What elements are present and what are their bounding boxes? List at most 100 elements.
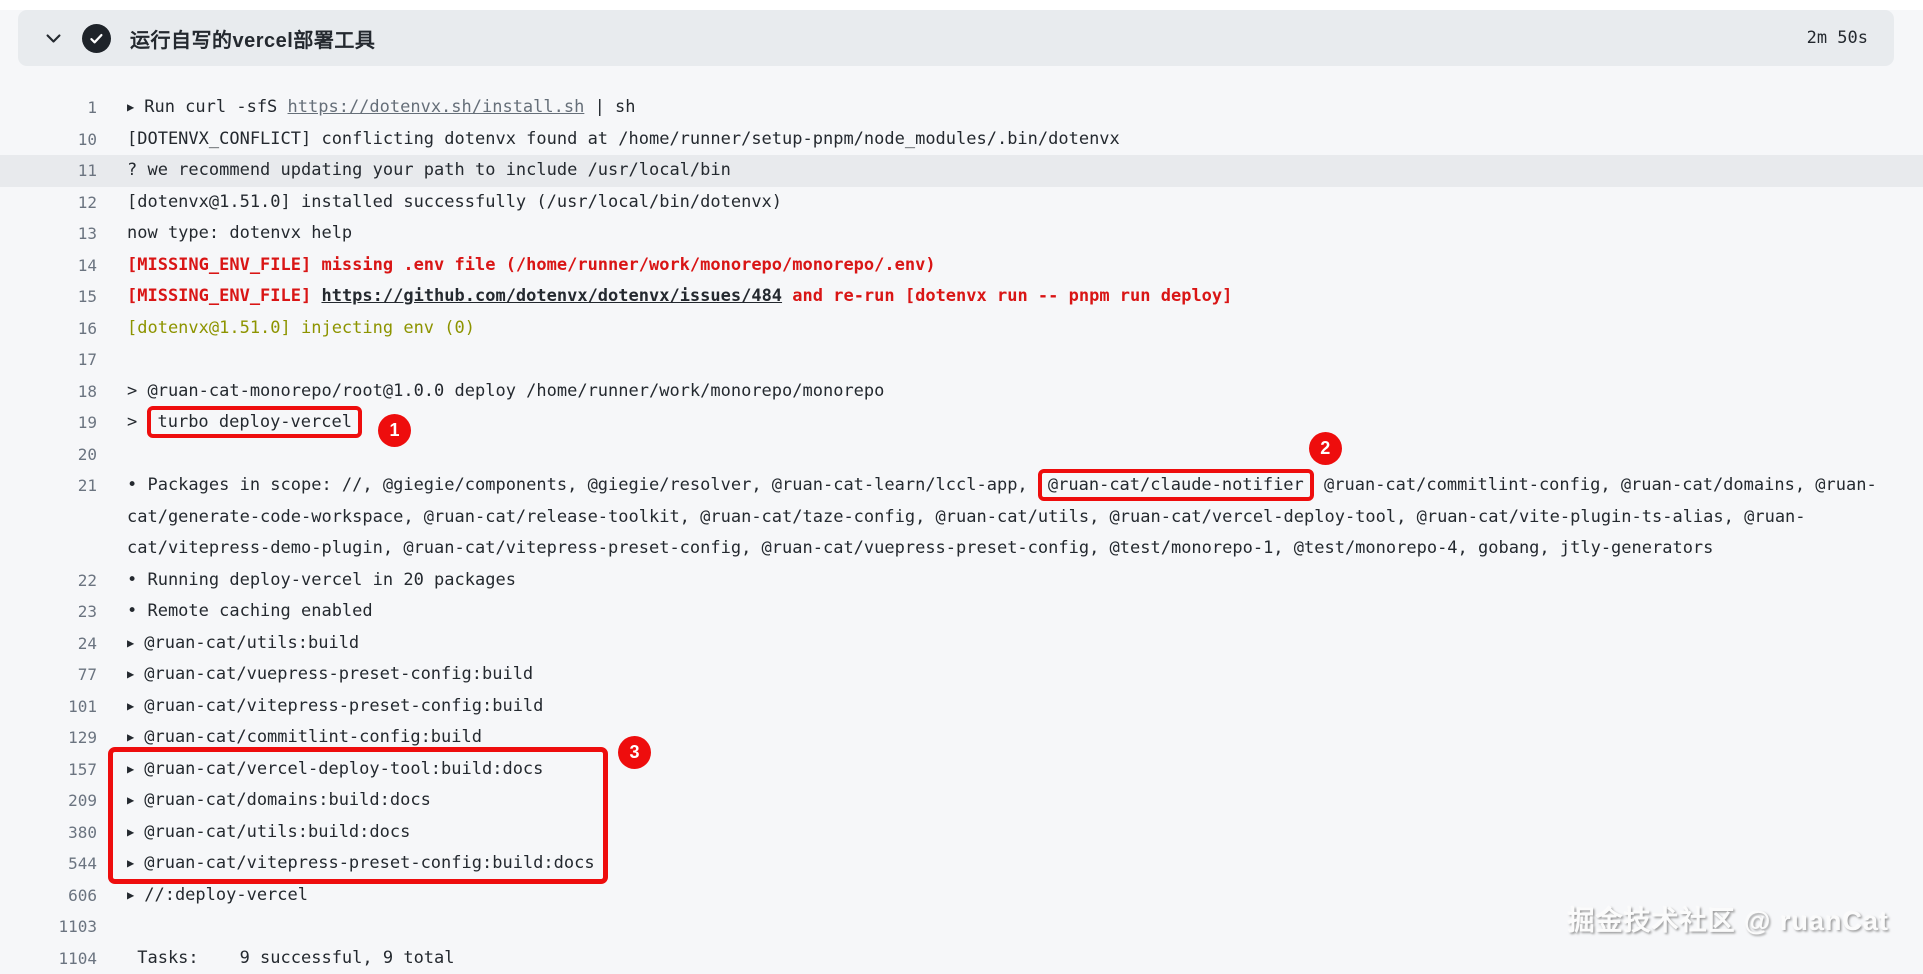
log-line: ▶ @ruan-cat/vercel-deploy-tool:build:docs <box>127 754 543 787</box>
line-number[interactable]: 10 <box>0 124 97 156</box>
line-number[interactable]: 101 <box>0 691 97 723</box>
log-text: cat/generate-code-workspace, @ruan-cat/r… <box>127 507 1806 527</box>
log-row: 19> turbo deploy-vercel1 <box>0 407 1923 439</box>
log-text: • Packages in scope: //, @giegie/compone… <box>127 475 1038 495</box>
line-number[interactable]: 12 <box>0 187 97 219</box>
log-text: [MISSING_ENV_FILE] missing .env file (/h… <box>127 255 936 275</box>
log-row: 16 [dotenvx@1.51.0] injecting env (0) <box>0 313 1923 345</box>
line-number[interactable]: 1104 <box>0 943 97 974</box>
log-text: [MISSING_ENV_FILE] <box>127 286 321 306</box>
chevron-down-icon[interactable] <box>44 29 63 48</box>
line-number[interactable]: 17 <box>0 344 97 376</box>
step-header[interactable]: 运行自写的vercel部署工具 2m 50s <box>18 10 1894 66</box>
log-line: ▶ //:deploy-vercel <box>127 880 308 913</box>
line-number[interactable]: 13 <box>0 218 97 250</box>
log-text: Tasks: 9 successful, 9 total <box>127 948 455 968</box>
log-line: now type: dotenvx help <box>127 218 352 250</box>
log-row: 1 ▶Run curl -sfS https://dotenvx.sh/insta… <box>0 92 1923 124</box>
log-line: ▶@ruan-cat/vuepress-preset-config:build <box>127 659 533 692</box>
line-number[interactable]: 20 <box>0 439 97 471</box>
annotation-box-1: turbo deploy-vercel <box>147 406 361 438</box>
step-title: 运行自写的vercel部署工具 <box>130 24 375 53</box>
log-line: ▶ @ruan-cat/domains:build:docs <box>127 785 431 818</box>
log-text: @ruan-cat/utils:build:docs <box>144 822 410 842</box>
line-number[interactable]: 16 <box>0 313 97 345</box>
log-row: 13 now type: dotenvx help <box>0 218 1923 250</box>
log-line: ▶ @ruan-cat/vitepress-preset-config:build <box>127 691 543 724</box>
log-link[interactable]: https://dotenvx.sh/install.sh <box>288 97 585 117</box>
log-row: 157 ▶ @ruan-cat/vercel-deploy-tool:build:d… <box>0 754 1923 786</box>
log-row: 21 • Packages in scope: //, @giegie/compo… <box>0 470 1923 502</box>
log-row: 129 ▶ @ruan-cat/commitlint-config:build <box>0 722 1923 754</box>
check-circle-icon <box>82 24 111 53</box>
expand-arrow-icon: ▶ <box>127 628 134 660</box>
log-row: 1104 Tasks: 9 successful, 9 total <box>0 943 1923 974</box>
expand-arrow-icon: ▶ <box>127 817 134 849</box>
expand-arrow-icon: ▶ <box>127 722 134 754</box>
expand-arrow-icon: ▶ <box>127 848 134 880</box>
line-number[interactable]: 380 <box>0 817 97 849</box>
expand-arrow-icon: ▶ <box>127 92 134 124</box>
log-line: cat/generate-code-workspace, @ruan-cat/r… <box>127 502 1806 534</box>
line-number[interactable]: 15 <box>0 281 97 313</box>
line-number[interactable]: 77 <box>0 659 97 691</box>
log-text: @ruan-cat/commitlint-config, @ruan-cat/d… <box>1314 475 1877 495</box>
expand-arrow-icon: ▶ <box>127 754 134 786</box>
line-number[interactable]: 129 <box>0 722 97 754</box>
log-line: cat/vitepress-demo-plugin, @ruan-cat/vit… <box>127 533 1713 565</box>
watermark: 掘金技术社区 @ ruanCat <box>1568 899 1889 938</box>
log-text: @ruan-cat/vercel-deploy-tool:build:docs <box>144 759 543 779</box>
log-row: cat/vitepress-demo-plugin, @ruan-cat/vit… <box>0 533 1923 565</box>
log-row: 380 ▶ @ruan-cat/utils:build:docs <box>0 817 1923 849</box>
line-number[interactable]: 21 <box>0 470 97 502</box>
expand-arrow-icon: ▶ <box>127 785 134 817</box>
log-row: 14 [MISSING_ENV_FILE] missing .env file (… <box>0 250 1923 282</box>
line-number[interactable]: 11 <box>0 155 97 187</box>
line-number[interactable]: 157 <box>0 754 97 786</box>
line-number[interactable]: 19 <box>0 407 97 439</box>
expand-arrow-icon: ▶ <box>127 880 134 912</box>
expand-arrow-icon: ▶ <box>127 691 134 723</box>
log-text: @ruan-cat/domains:build:docs <box>144 790 431 810</box>
log-line: [DOTENVX_CONFLICT] conflicting dotenvx f… <box>127 124 1120 156</box>
log-link[interactable]: https://github.com/dotenvx/dotenvx/issue… <box>321 286 782 306</box>
line-number[interactable]: 209 <box>0 785 97 817</box>
line-number[interactable]: 22 <box>0 565 97 597</box>
log-text: @ruan-cat/vuepress-preset-config:build <box>144 664 533 684</box>
line-number[interactable]: 14 <box>0 250 97 282</box>
log-line: • Packages in scope: //, @giegie/compone… <box>127 470 1877 502</box>
log-text: //:deploy-vercel <box>144 885 308 905</box>
log-text: [dotenvx@1.51.0] injecting env (0) <box>127 318 475 338</box>
line-number[interactable]: 606 <box>0 880 97 912</box>
log-line: ▶Run curl -sfS https://dotenvx.sh/instal… <box>127 92 636 125</box>
log-text: @ruan-cat/vitepress-preset-config:build <box>144 696 543 716</box>
log-text: • Running deploy-vercel in 20 packages <box>127 570 516 590</box>
log-text: and re-run [dotenvx run -- pnpm run depl… <box>782 286 1232 306</box>
log-row: 77 ▶@ruan-cat/vuepress-preset-config:buil… <box>0 659 1923 691</box>
annotation-box-2: @ruan-cat/claude-notifier2 <box>1038 469 1314 501</box>
log-line: ▶ @ruan-cat/commitlint-config:build <box>127 722 482 755</box>
log-text: cat/vitepress-demo-plugin, @ruan-cat/vit… <box>127 538 1713 558</box>
log-row: 101 ▶ @ruan-cat/vitepress-preset-config:bu… <box>0 691 1923 723</box>
line-number[interactable]: 1 <box>0 92 97 124</box>
log-text: [dotenvx@1.51.0] installed successfully … <box>127 192 782 212</box>
line-number[interactable]: 1103 <box>0 911 97 943</box>
line-number[interactable]: 24 <box>0 628 97 660</box>
log-row: 18 > @ruan-cat-monorepo/root@1.0.0 deploy… <box>0 376 1923 408</box>
log-row: 20 <box>0 439 1923 471</box>
log-line: ▶@ruan-cat/vitepress-preset-config:build… <box>127 848 595 881</box>
log-line: ▶@ruan-cat/utils:build <box>127 628 359 661</box>
line-number[interactable]: 23 <box>0 596 97 628</box>
log-row: 544 ▶@ruan-cat/vitepress-preset-config:bu… <box>0 848 1923 880</box>
log-row: 23 • Remote caching enabled <box>0 596 1923 628</box>
log-line: ▶ @ruan-cat/utils:build:docs <box>127 817 410 850</box>
log-line: • Remote caching enabled <box>127 596 373 628</box>
log-row: cat/generate-code-workspace, @ruan-cat/r… <box>0 502 1923 534</box>
log-text: > @ruan-cat-monorepo/root@1.0.0 deploy /… <box>127 381 884 401</box>
line-number[interactable]: 18 <box>0 376 97 408</box>
log-text: [DOTENVX_CONFLICT] conflicting dotenvx f… <box>127 129 1120 149</box>
line-number[interactable]: 544 <box>0 848 97 880</box>
log-text: @ruan-cat/commitlint-config:build <box>144 727 482 747</box>
annotation-badge-2: 2 <box>1309 432 1342 465</box>
log-text: • Remote caching enabled <box>127 601 373 621</box>
